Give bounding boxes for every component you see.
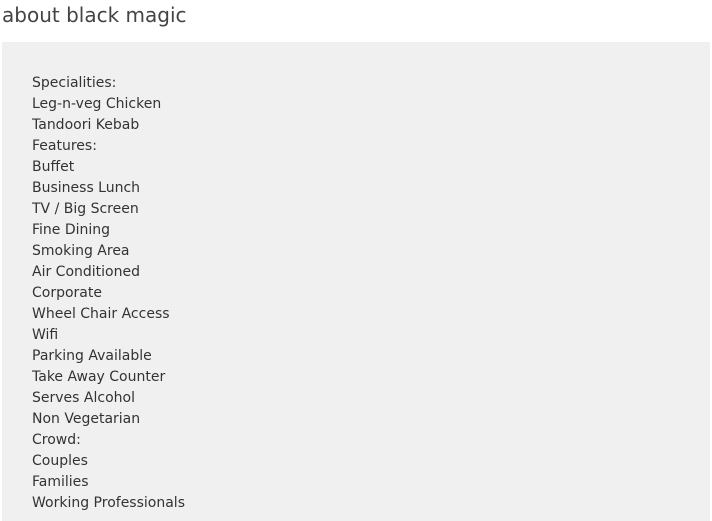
feature-item: Parking Available xyxy=(32,348,152,364)
feature-item: Air Conditioned xyxy=(32,264,140,280)
about-panel: Specialities: Leg-n-veg Chicken Tandoori… xyxy=(2,42,710,521)
feature-item: Smoking Area xyxy=(32,243,130,259)
feature-item: Business Lunch xyxy=(32,180,141,196)
feature-item: Fine Dining xyxy=(32,222,111,238)
feature-item: Wifi xyxy=(32,327,59,343)
speciality-item: Tandoori Kebab xyxy=(32,117,140,133)
feature-item: Non Vegetarian xyxy=(32,411,141,427)
crowd-item: Working Professionals xyxy=(32,495,185,511)
details-list: Specialities: Leg-n-veg Chicken Tandoori… xyxy=(32,73,185,514)
feature-item: Buffet xyxy=(32,159,75,175)
section-label-crowd: Crowd: xyxy=(32,432,81,448)
feature-item: Wheel Chair Access xyxy=(32,306,170,322)
feature-item: Corporate xyxy=(32,285,102,301)
crowd-item: Families xyxy=(32,474,89,490)
feature-item: Take Away Counter xyxy=(32,369,166,385)
section-label-specialities: Specialities: xyxy=(32,75,117,91)
speciality-item: Leg-n-veg Chicken xyxy=(32,96,162,112)
feature-item: TV / Big Screen xyxy=(32,201,139,217)
feature-item: Serves Alcohol xyxy=(32,390,135,406)
crowd-item: Couples xyxy=(32,453,88,469)
section-title: about black magic xyxy=(2,3,187,27)
section-label-features: Features: xyxy=(32,138,97,154)
